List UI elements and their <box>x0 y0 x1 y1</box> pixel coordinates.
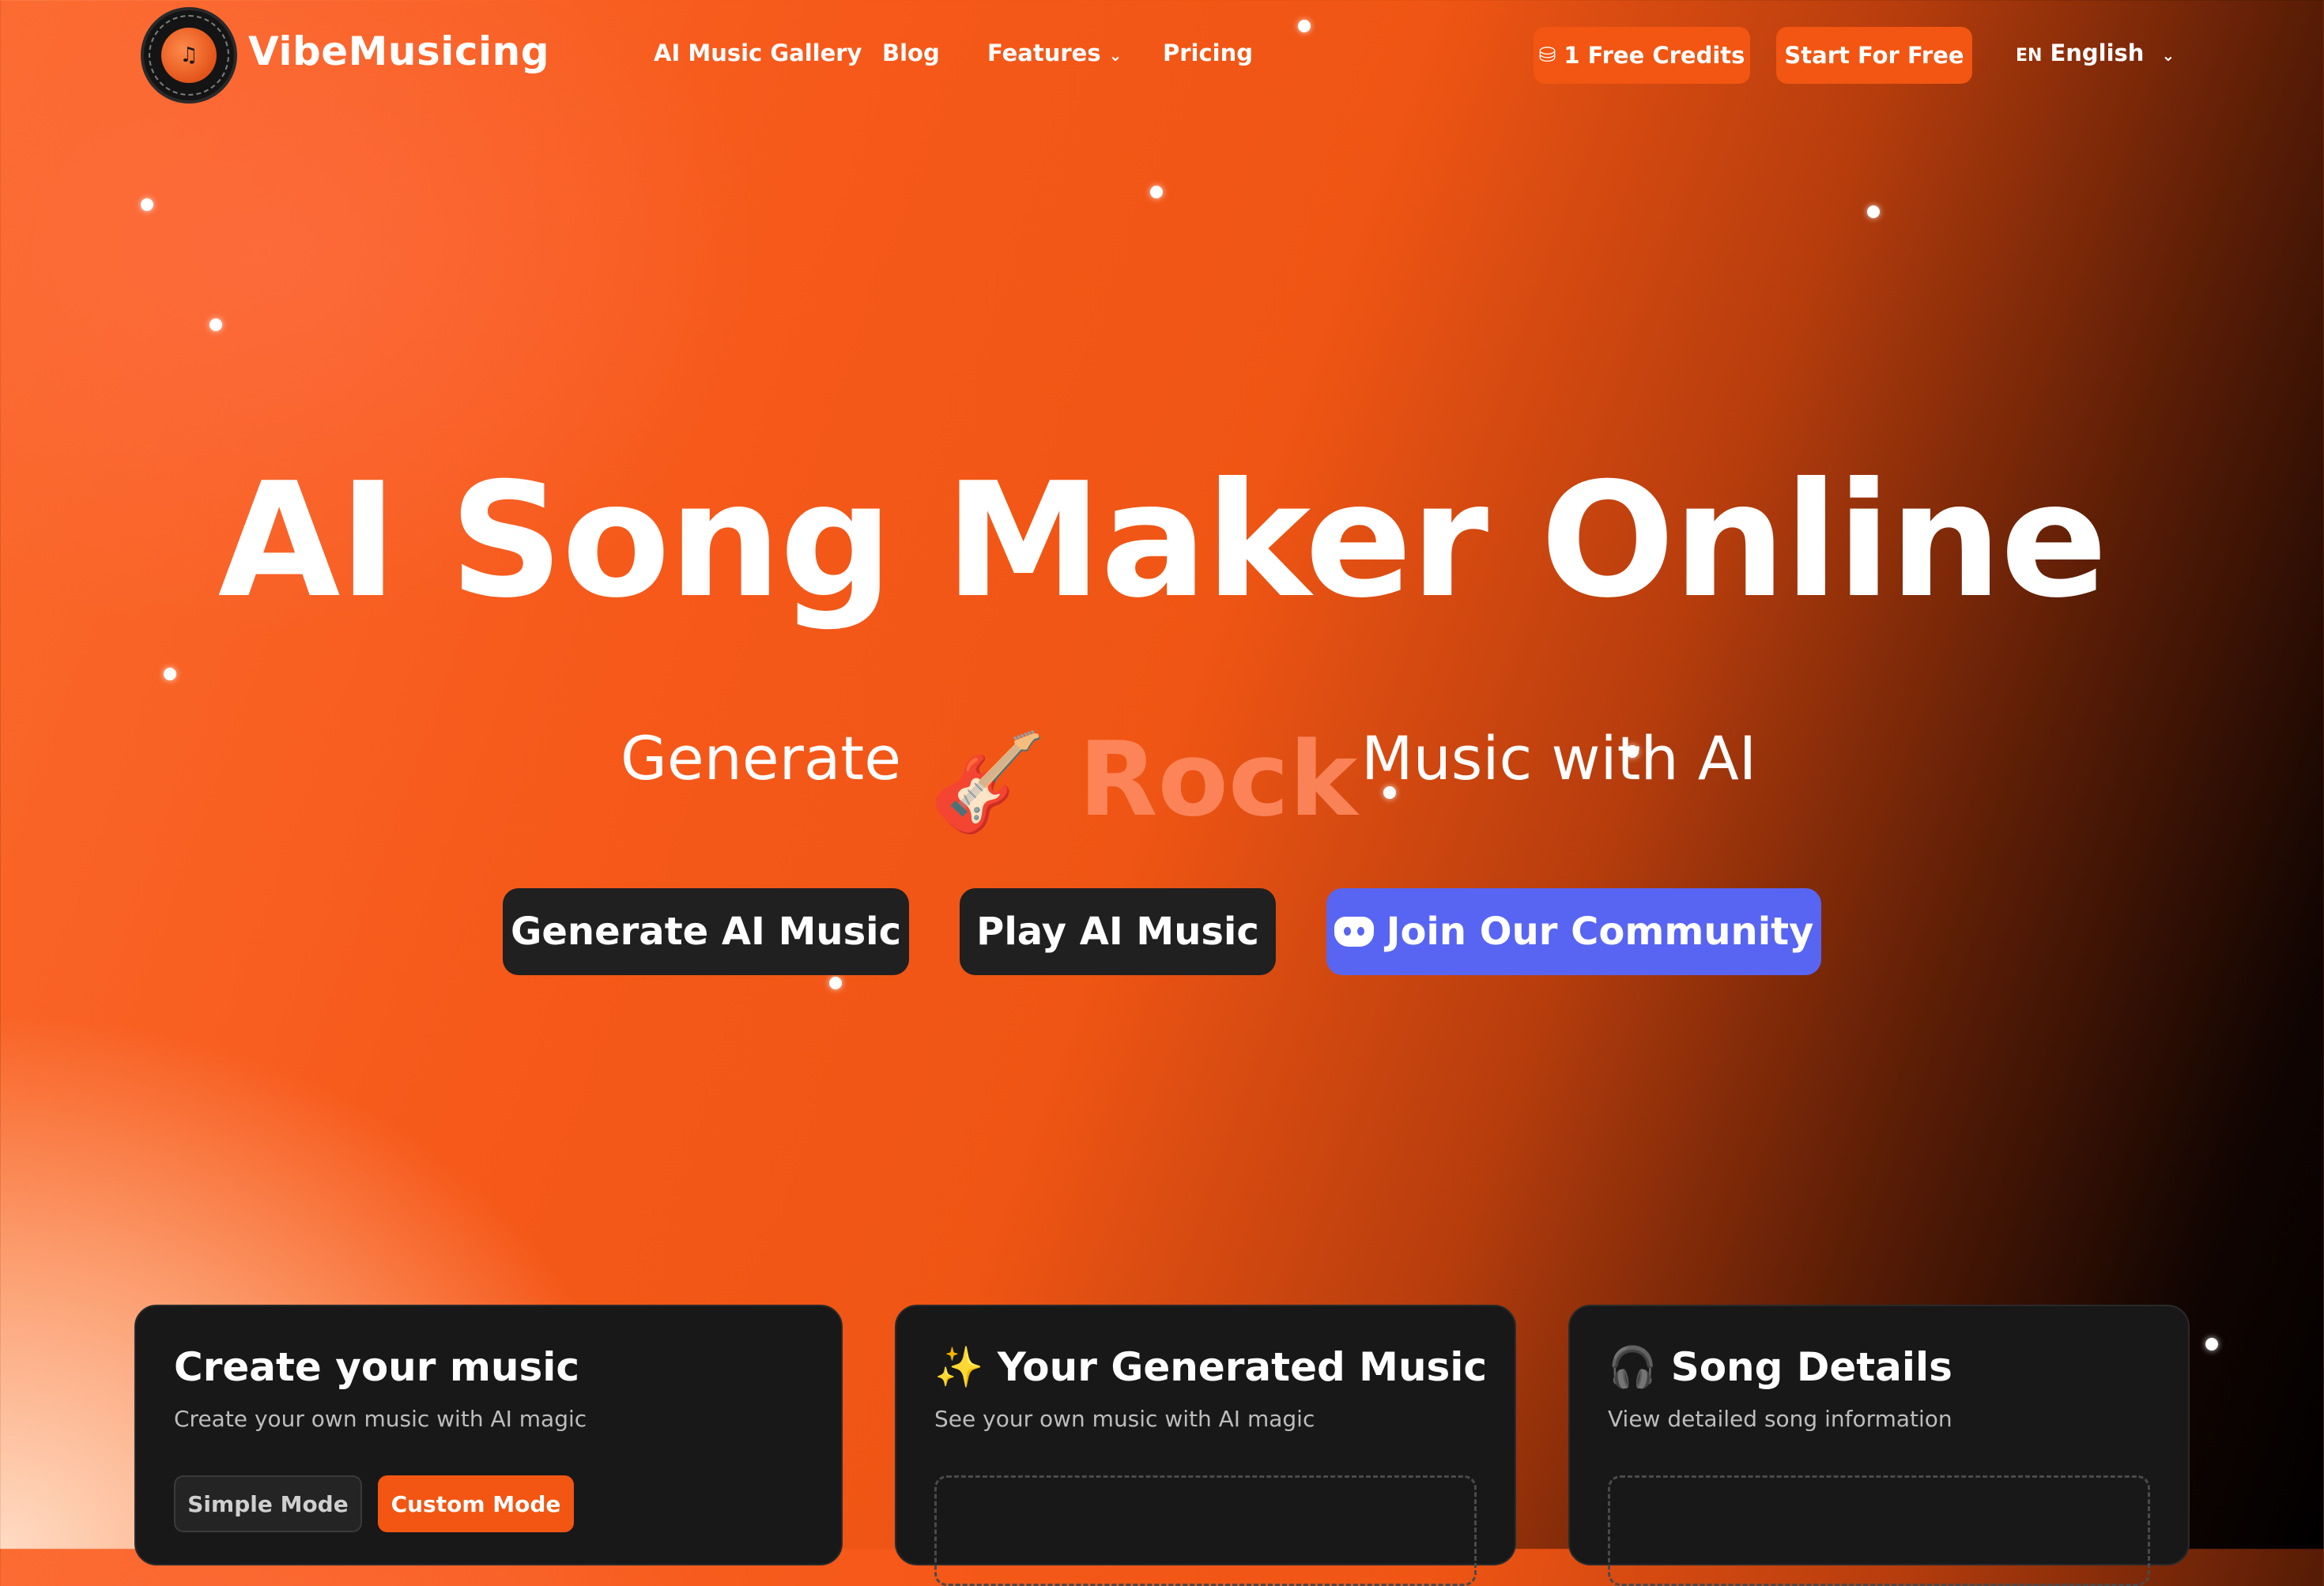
nav-link-blog[interactable]: Blog <box>882 40 940 66</box>
sparkle-dot <box>1867 205 1880 218</box>
join-community-button[interactable]: Join Our Community <box>1326 888 1821 975</box>
sparkle-dot <box>141 198 153 211</box>
sparkle-dot <box>829 977 842 989</box>
generated-music-title-text: Your Generated Music <box>997 1344 1488 1390</box>
nav-link-ai-music-gallery[interactable]: AI Music Gallery <box>654 40 862 66</box>
nav-link-pricing[interactable]: Pricing <box>1163 40 1253 66</box>
discord-icon <box>1334 917 1374 947</box>
song-details-title: 🎧 Song Details <box>1608 1344 1952 1391</box>
generated-music-subtitle: See your own music with AI magic <box>934 1406 1315 1432</box>
simple-mode-tab[interactable]: Simple Mode <box>174 1475 362 1532</box>
hero-subtitle-prefix: Generate <box>621 723 901 793</box>
language-code: EN <box>2016 46 2043 66</box>
sparkle-dot <box>2205 1338 2218 1351</box>
sparkles-icon: ✨ <box>934 1344 984 1390</box>
song-details-card: 🎧 Song Details View detailed song inform… <box>1568 1305 2190 1586</box>
coins-icon: ⛁ <box>1538 43 1556 67</box>
generate-ai-music-button[interactable]: Generate AI Music <box>503 888 909 975</box>
language-label: English <box>2050 40 2145 66</box>
sparkle-dot <box>1150 186 1163 198</box>
start-for-free-button[interactable]: Start For Free <box>1776 27 1972 84</box>
hero-title: AI Song Maker Online <box>217 449 2108 633</box>
brand-name[interactable]: VibeMusicing <box>248 28 549 74</box>
play-ai-music-button[interactable]: Play AI Music <box>960 888 1276 975</box>
guitar-icon: 🎸 <box>929 728 1047 838</box>
nav-link-features-label: Features <box>987 40 1101 66</box>
join-community-label: Join Our Community <box>1386 910 1814 954</box>
language-selector[interactable]: EN English ⌄ <box>2016 40 2175 66</box>
custom-mode-tab[interactable]: Custom Mode <box>378 1475 574 1532</box>
chevron-down-icon: ⌄ <box>1108 46 1122 65</box>
headphones-icon: 🎧 <box>1608 1344 1658 1390</box>
song-details-subtitle: View detailed song information <box>1608 1406 1952 1432</box>
sparkle-dot <box>209 318 222 331</box>
free-credits-button[interactable]: ⛁ 1 Free Credits <box>1534 27 1750 84</box>
generated-music-title: ✨ Your Generated Music <box>934 1344 1487 1391</box>
create-music-subtitle: Create your own music with AI magic <box>174 1406 587 1432</box>
hero-genre-label: Rock <box>1078 719 1358 839</box>
top-navigation: ♫ VibeMusicing AI Music Gallery Blog Fea… <box>0 0 2324 111</box>
hero-subtitle-suffix: Music with AI <box>1361 723 1757 793</box>
logo-ring <box>149 15 229 96</box>
create-music-card: Create your music Create your own music … <box>134 1305 843 1565</box>
generated-music-placeholder <box>934 1475 1477 1586</box>
brand-logo[interactable]: ♫ <box>141 7 237 104</box>
create-music-title: Create your music <box>174 1344 580 1390</box>
nav-link-features[interactable]: Features ⌄ <box>987 40 1122 66</box>
sparkle-dot <box>164 668 176 680</box>
chevron-down-icon: ⌄ <box>2161 46 2175 65</box>
free-credits-label: 1 Free Credits <box>1564 42 1745 69</box>
song-details-title-text: Song Details <box>1670 1344 1952 1390</box>
generated-music-card: ✨ Your Generated Music See your own musi… <box>895 1305 1516 1586</box>
song-details-placeholder <box>1608 1475 2150 1586</box>
hero-genre-rotator: 🎸 Rock <box>929 719 1357 839</box>
